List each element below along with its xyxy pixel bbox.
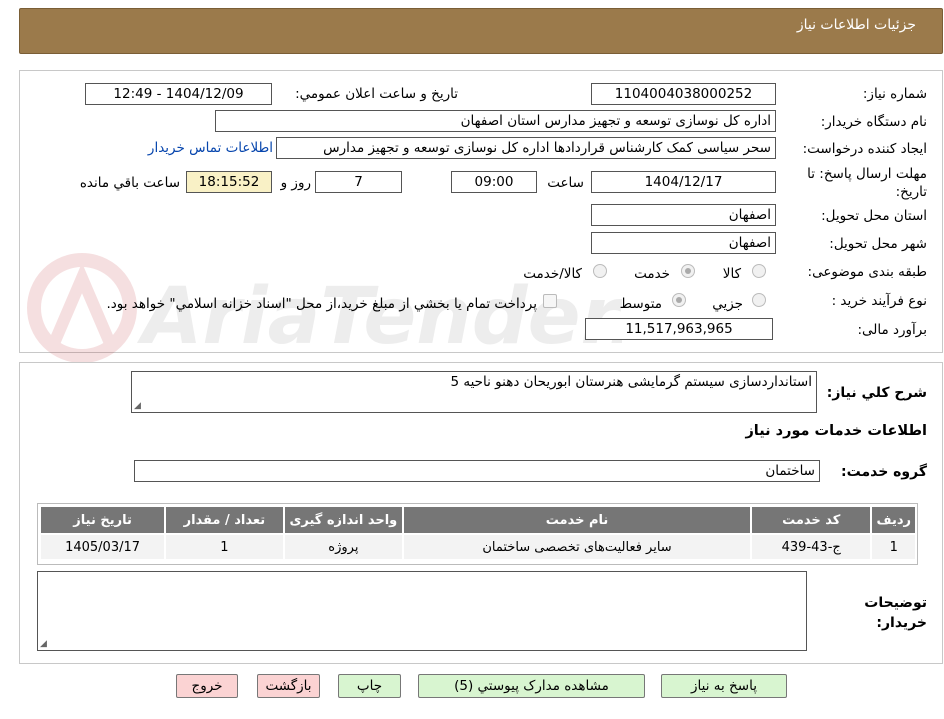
page-title: جزئيات اطلاعات نياز (796, 17, 916, 33)
col-header-service-code: کد خدمت (749, 505, 873, 535)
province-field[interactable]: اصفهان (591, 204, 776, 226)
need-number-label: شماره نياز: (862, 86, 927, 102)
treasury-payment-checkbox[interactable] (543, 294, 557, 308)
need-number-field[interactable]: 1104004038000252 (591, 83, 776, 105)
cell-service-code: ج-43-439 (749, 533, 873, 561)
process-option-small: جزيي (712, 296, 743, 312)
treasury-payment-note: پرداخت تمام يا بخشي از مبلغ خريد،از محل … (106, 296, 537, 312)
reply-button[interactable]: پاسخ به نياز (661, 674, 787, 698)
process-label: نوع فرآيند خريد : (831, 293, 927, 309)
back-button[interactable]: بازگشت (257, 674, 320, 698)
remaining-label: ساعت باقي مانده (79, 175, 180, 191)
buyer-org-label: نام دستگاه خريدار: (820, 114, 927, 130)
col-header-row-number: رديف (870, 505, 917, 535)
deadline-label: مهلت ارسال پاسخ: تا تاريخ: (807, 166, 927, 200)
days-label: روز و (280, 175, 311, 191)
category-radio-service[interactable] (681, 264, 695, 278)
budget-label: برآورد مالی: (857, 322, 927, 338)
col-header-quantity: تعداد / مقدار (164, 505, 285, 535)
contact-buyer-link[interactable]: اطلاعات تماس خريدار (148, 140, 273, 156)
exit-button[interactable]: خروج (176, 674, 238, 698)
watermark-text: AriaTender.net (136, 272, 622, 362)
cell-service-name: ساير فعاليت‌های تخصصی ساختمان (402, 533, 752, 561)
services-table: رديف کد خدمت نام خدمت واحد اندازه گيری ت… (38, 505, 917, 561)
services-section-title: اطلاعات خدمات مورد نياز (745, 423, 927, 439)
description-text: استانداردسازی سیستم گرمایشی هنرستان ابور… (450, 374, 812, 390)
resize-handle-icon[interactable]: ◢ (40, 639, 47, 649)
requester-field[interactable]: سحر سیاسی کمک کارشناس قراردادها اداره کل… (276, 137, 776, 159)
process-radio-medium[interactable] (672, 293, 686, 307)
requester-label: ايجاد کننده درخواست: (802, 141, 927, 157)
process-radio-small[interactable] (752, 293, 766, 307)
budget-field[interactable]: 11,517,963,965 (585, 318, 773, 340)
remaining-time-field: 18:15:52 (186, 171, 272, 193)
category-option-goods: کالا (722, 266, 741, 282)
deadline-time-label: ساعت (547, 175, 584, 191)
process-option-medium: متوسط (619, 296, 662, 312)
city-label: شهر محل تحويل: (829, 236, 927, 252)
table-header-row: رديف کد خدمت نام خدمت واحد اندازه گيری ت… (38, 505, 917, 535)
announce-label: تاريخ و ساعت اعلان عمومي: (295, 86, 458, 102)
service-group-label: گروه خدمت: (841, 464, 927, 480)
buyer-org-field[interactable]: اداره کل نوسازی توسعه و تجهیز مدارس استا… (215, 110, 776, 132)
description-label: شرح کلي نياز: (826, 385, 927, 401)
cell-row-number: 1 (870, 533, 917, 561)
category-radio-goods[interactable] (752, 264, 766, 278)
col-header-need-date: تاريخ نياز (38, 505, 167, 535)
services-table-wrapper: رديف کد خدمت نام خدمت واحد اندازه گيری ت… (37, 503, 918, 565)
category-radio-goods-service[interactable] (593, 264, 607, 278)
category-option-service: خدمت (634, 266, 670, 282)
view-documents-button[interactable]: مشاهده مدارک پيوستي (5) (418, 674, 645, 698)
col-header-unit: واحد اندازه گيری (282, 505, 405, 535)
print-button[interactable]: چاپ (338, 674, 401, 698)
description-textarea[interactable]: استانداردسازی سیستم گرمایشی هنرستان ابور… (131, 371, 817, 413)
province-label: استان محل تحويل: (821, 208, 927, 224)
category-label: طبقه بندی موضوعی: (807, 264, 927, 280)
cell-unit: پروژه (282, 533, 405, 561)
deadline-date-field[interactable]: 1404/12/17 (591, 171, 776, 193)
buyer-notes-textarea[interactable]: ◢ (37, 571, 807, 651)
category-option-goods-service: کالا/خدمت (523, 266, 582, 282)
col-header-service-name: نام خدمت (402, 505, 752, 535)
city-field[interactable]: اصفهان (591, 232, 776, 254)
cell-quantity: 1 (164, 533, 285, 561)
days-field[interactable]: 7 (315, 171, 402, 193)
table-row: 1 ج-43-439 ساير فعاليت‌های تخصصی ساختمان… (38, 533, 917, 561)
announce-field[interactable]: 1404/12/09 - 12:49 (85, 83, 272, 105)
resize-handle-icon[interactable]: ◢ (134, 401, 141, 411)
deadline-time-field[interactable]: 09:00 (451, 171, 537, 193)
cell-need-date: 1405/03/17 (38, 533, 167, 561)
service-group-field[interactable]: ساختمان (134, 460, 820, 482)
buyer-notes-label: توضيحات خريدار: (864, 595, 927, 631)
